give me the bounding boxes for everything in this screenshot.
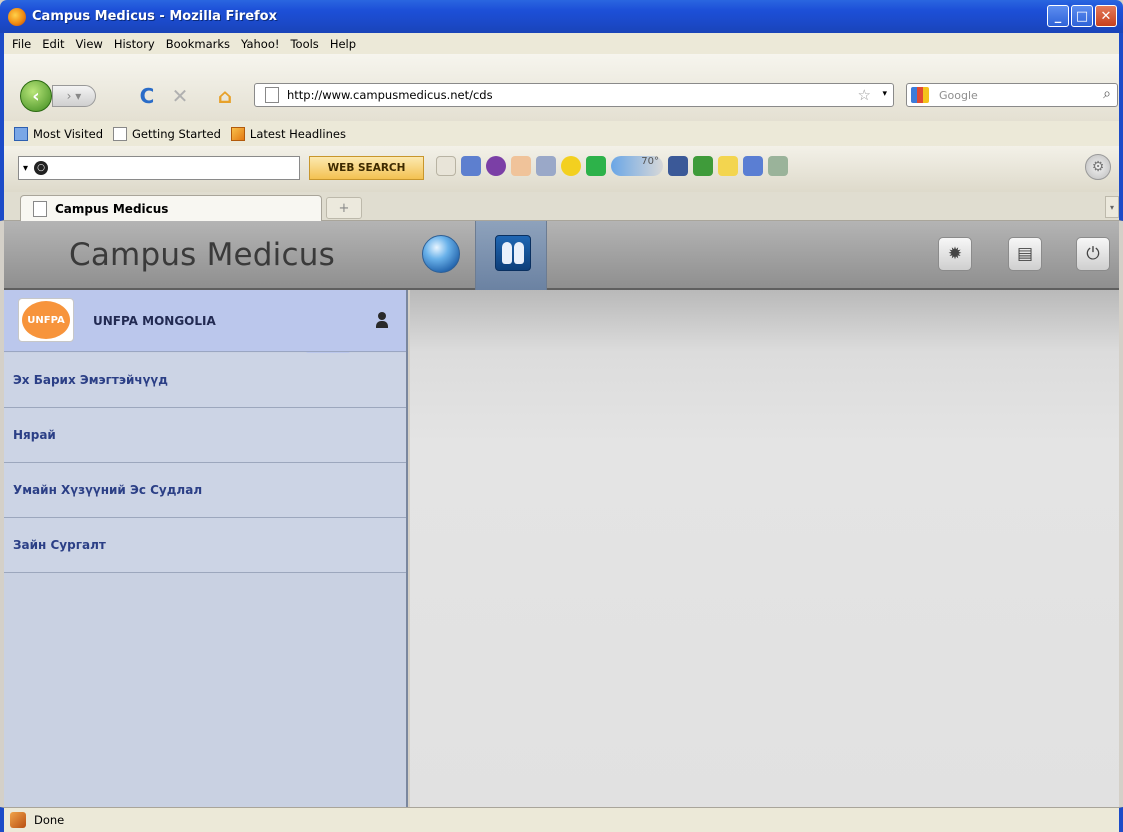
bookmark-star-icon[interactable]: ☆ — [858, 86, 871, 104]
games-icon[interactable] — [586, 156, 606, 176]
menu-bookmarks[interactable]: Bookmarks — [166, 37, 230, 51]
power-icon[interactable]: ⏻ — [1076, 237, 1110, 271]
reload-icon[interactable]: C — [134, 84, 160, 108]
nav-item-neonatal[interactable]: Нярай — [4, 408, 406, 463]
bookmark-most-visited[interactable]: Most Visited — [14, 126, 103, 141]
nav-item-label: Умайн Хүзүүний Эс Судлал — [13, 483, 203, 497]
home-icon[interactable]: ⌂ — [212, 84, 238, 108]
stop-icon[interactable]: ✕ — [167, 84, 193, 108]
menu-bar: File Edit View History Bookmarks Yahoo! … — [0, 33, 1123, 54]
nav-item-label: Эх Барих Эмэгтэйчүүд — [13, 373, 168, 387]
dropdown-icon[interactable]: ▾ — [23, 163, 28, 174]
mail-icon[interactable] — [461, 156, 481, 176]
nav-item-cervical-cytology[interactable]: Умайн Хүзүүний Эс Судлал — [4, 463, 406, 518]
bookmark-label: Getting Started — [132, 126, 221, 141]
bookmark-getting-started[interactable]: Getting Started — [113, 126, 221, 141]
nav-item-label: Нярай — [13, 428, 56, 442]
menu-view[interactable]: View — [76, 37, 103, 51]
tab-campus-medicus[interactable]: Campus Medicus — [20, 195, 322, 221]
nav-item-label: Зайн Сургалт — [13, 538, 106, 552]
menu-file[interactable]: File — [12, 37, 31, 51]
my-yahoo-icon[interactable] — [486, 156, 506, 176]
ebay-icon[interactable] — [718, 156, 738, 176]
bookmark-latest-headlines[interactable]: Latest Headlines — [230, 126, 346, 141]
app-title: Campus Medicus — [69, 237, 335, 273]
search-placeholder: Google — [939, 88, 978, 102]
page-icon — [113, 126, 127, 141]
messenger-icon[interactable] — [561, 156, 581, 176]
close-button[interactable]: ✕ — [1095, 5, 1117, 27]
settings-gear-icon[interactable]: ⚙ — [1085, 154, 1111, 180]
web-search-button[interactable]: WEB SEARCH — [309, 156, 424, 180]
bookmark-label: Most Visited — [33, 126, 103, 141]
menu-yahoo[interactable]: Yahoo! — [241, 37, 279, 51]
weather-icon[interactable]: 70° — [611, 156, 663, 176]
unfpa-logo: UNFPA — [18, 298, 74, 342]
app-header: Campus Medicus ✹ ▤ ⏻ — [4, 221, 1119, 290]
google-icon[interactable] — [911, 87, 929, 103]
menu-tools[interactable]: Tools — [290, 37, 318, 51]
bookmarks-toolbar: Most Visited Getting Started Latest Head… — [0, 121, 1123, 146]
layout-icon[interactable]: ▤ — [1008, 237, 1042, 271]
page-icon — [33, 200, 47, 217]
back-button[interactable]: ‹ — [20, 80, 52, 112]
tab-bar: Campus Medicus + ▾ — [0, 192, 1123, 221]
bookmark-label: Latest Headlines — [249, 126, 346, 141]
notepad-icon[interactable] — [743, 156, 763, 176]
lungs-button[interactable] — [475, 221, 547, 290]
menu-history[interactable]: History — [114, 37, 155, 51]
logo-text: UNFPA — [22, 301, 70, 339]
user-icon[interactable] — [376, 312, 388, 328]
window-titlebar[interactable]: Campus Medicus - Mozilla Firefox _ □ ✕ — [0, 0, 1123, 33]
yahoo-toolbar: ▾ ○ WEB SEARCH 70° ⚙ — [0, 146, 1123, 192]
rss-icon — [230, 126, 245, 141]
url-dropdown-icon[interactable]: ▾ — [882, 89, 887, 99]
forward-button[interactable]: › ▾ — [52, 85, 96, 107]
profile-name: UNFPA MONGOLIA — [93, 314, 216, 328]
globe-icon[interactable] — [422, 235, 460, 273]
nav-item-distance-learning[interactable]: Зайн Сургалт — [4, 518, 406, 573]
status-text: Done — [34, 813, 65, 827]
address-bar[interactable]: http://www.campusmedicus.net/cds ☆ ▾ — [254, 83, 894, 107]
status-bar: Done — [0, 807, 1123, 832]
firefox-icon — [8, 7, 26, 26]
content-area — [410, 290, 1119, 807]
url-text[interactable]: http://www.campusmedicus.net/cds — [287, 88, 493, 102]
page-icon — [265, 87, 279, 103]
status-icon — [10, 812, 26, 828]
menu-help[interactable]: Help — [330, 37, 356, 51]
new-tab-button[interactable]: + — [326, 197, 362, 219]
yahoo-search-input[interactable]: ▾ ○ — [18, 156, 300, 180]
lungs-icon — [495, 235, 531, 271]
window-title: Campus Medicus - Mozilla Firefox — [32, 9, 277, 24]
hand-icon[interactable] — [511, 156, 531, 176]
bookmark-icon[interactable] — [536, 156, 556, 176]
menu-edit[interactable]: Edit — [42, 37, 64, 51]
nav-item-obstetrics[interactable]: Эх Барих Эмэгтэйчүүд — [4, 353, 406, 408]
nav-list: Эх Барих Эмэгтэйчүүд Нярай Умайн Хүзүүни… — [4, 353, 406, 573]
facebook-icon[interactable] — [668, 156, 688, 176]
search-icon: ○ — [34, 161, 49, 175]
tab-list-icon[interactable]: ▾ — [1105, 196, 1119, 218]
photos-icon[interactable] — [693, 156, 713, 176]
navigation-toolbar: ‹ › ▾ C ✕ ⌂ http://www.campusmedicus.net… — [0, 54, 1123, 121]
search-box[interactable]: Google ⌕ — [906, 83, 1118, 107]
bug-icon[interactable]: ✹ — [938, 237, 972, 271]
tab-label: Campus Medicus — [55, 201, 169, 216]
profile-header[interactable]: UNFPA UNFPA MONGOLIA — [4, 290, 406, 352]
most-visited-icon — [14, 126, 28, 141]
audio-icon[interactable] — [768, 156, 788, 176]
edit-icon[interactable] — [436, 156, 456, 176]
search-icon[interactable]: ⌕ — [1103, 86, 1111, 102]
maximize-button[interactable]: □ — [1071, 5, 1093, 27]
minimize-button[interactable]: _ — [1047, 5, 1069, 27]
sidebar: UNFPA UNFPA MONGOLIA Эх Барих Эмэгтэйчүү… — [4, 290, 408, 807]
